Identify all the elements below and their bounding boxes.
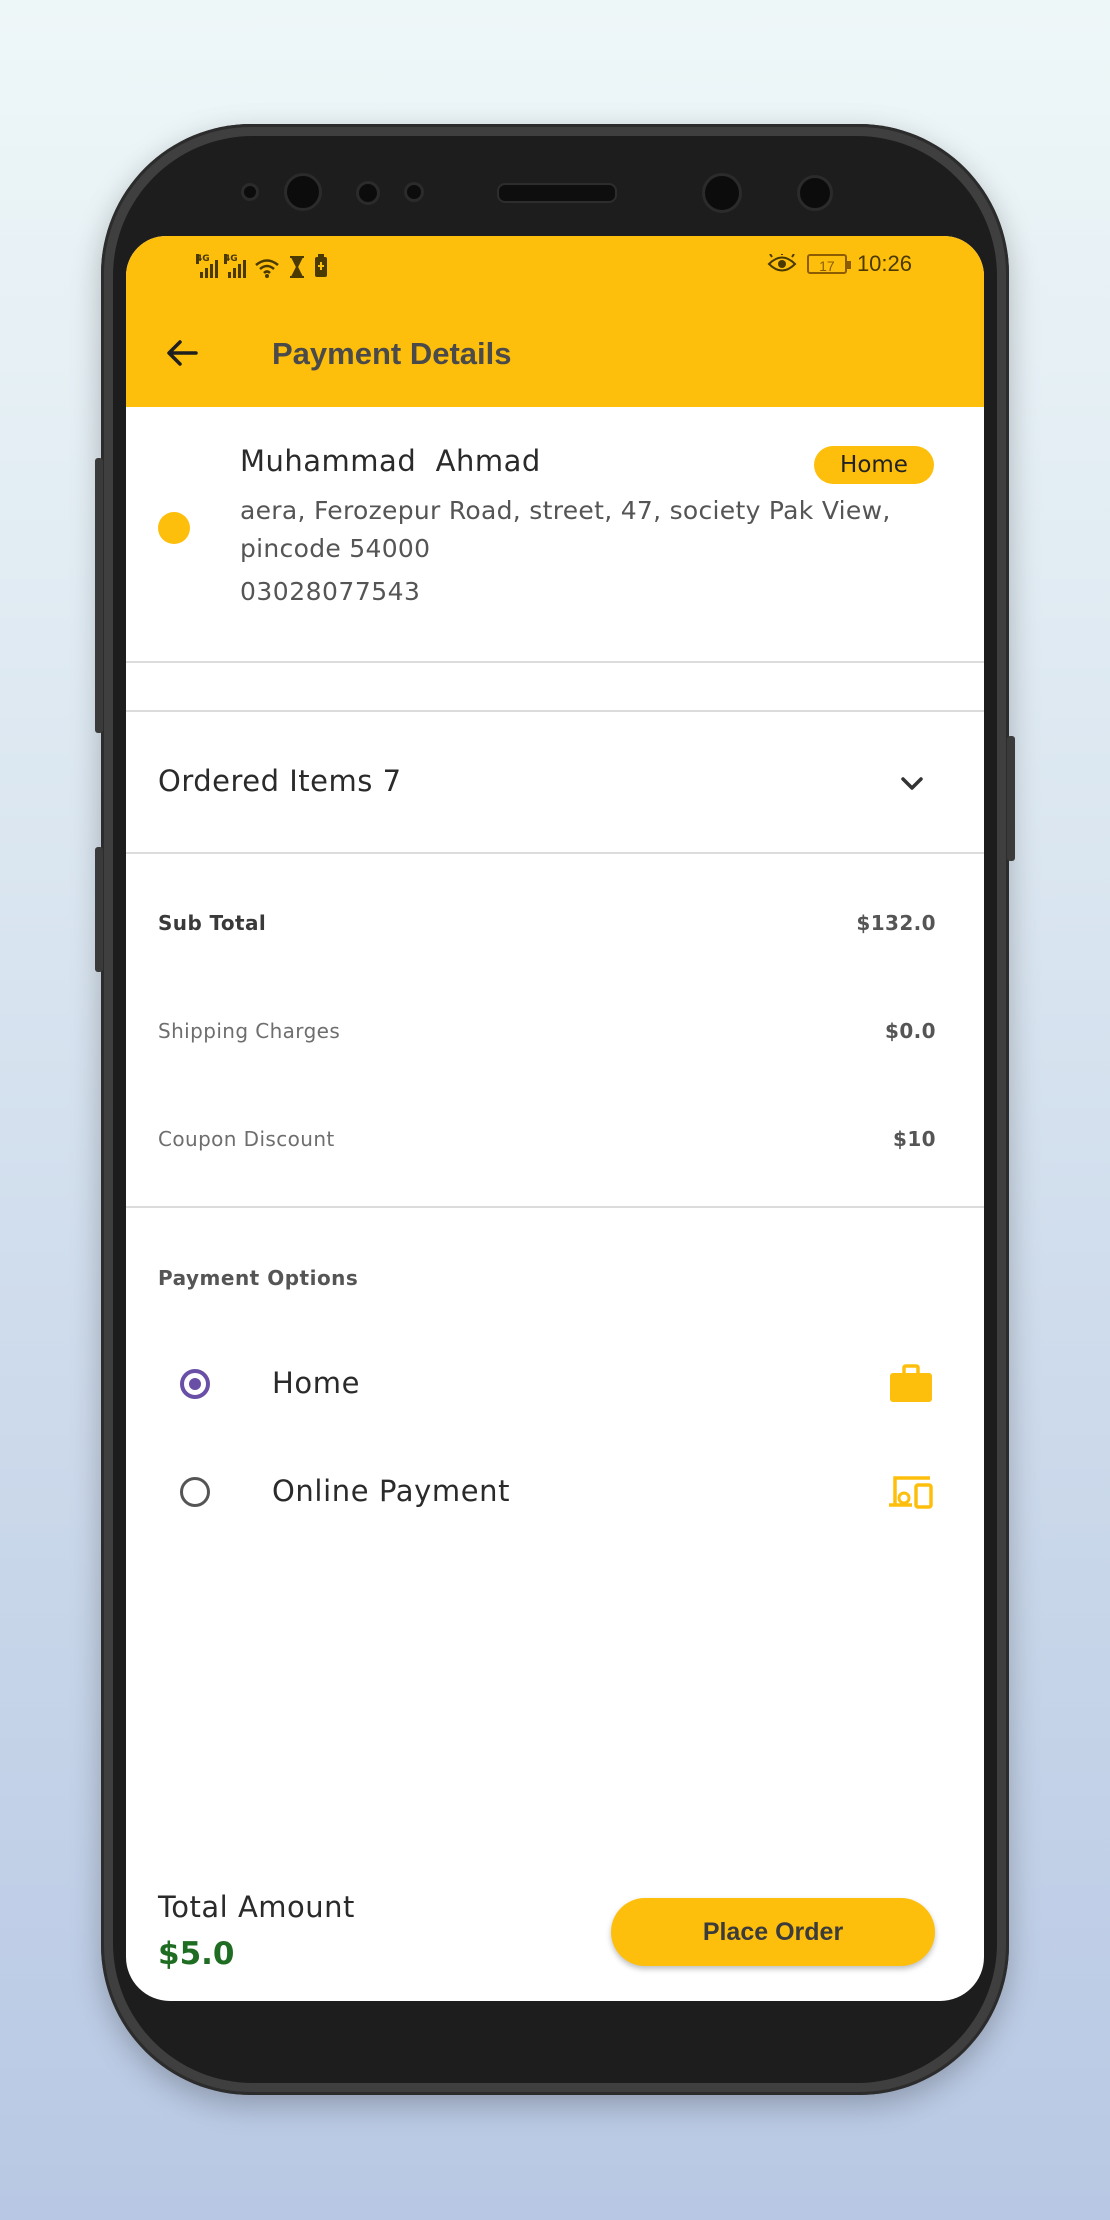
- status-time: 10:26: [856, 251, 912, 276]
- total-amount-label: Total Amount: [158, 1890, 355, 1924]
- app-header: 4G 4G 17 10:26 Payment Details: [126, 236, 984, 407]
- cell-signal-icon: 4G: [224, 254, 246, 278]
- hourglass-icon: [290, 256, 304, 278]
- radio-home[interactable]: [180, 1369, 210, 1399]
- option-label-online-payment[interactable]: Online Payment: [272, 1474, 510, 1508]
- devices-icon: [889, 1476, 933, 1509]
- eye-icon: [767, 254, 797, 272]
- shipping-label: Shipping Charges: [158, 1019, 341, 1043]
- address-name: Muhammad Ahmad: [240, 444, 541, 478]
- app-screen: 4G 4G 17 10:26 Payment Details Muhammad …: [126, 236, 984, 2001]
- front-sensor-icon: [356, 181, 380, 205]
- coupon-label: Coupon Discount: [158, 1127, 335, 1151]
- battery-icon: 17: [806, 254, 851, 274]
- option-label-home[interactable]: Home: [272, 1366, 360, 1400]
- divider: [126, 852, 984, 854]
- radio-online-payment[interactable]: [180, 1477, 210, 1507]
- briefcase-icon: [890, 1364, 932, 1402]
- coupon-value: $10: [893, 1127, 936, 1151]
- volume-button: [95, 847, 103, 972]
- divider: [126, 661, 984, 663]
- status-icons-left: 4G 4G: [196, 254, 328, 278]
- address-selected-indicator[interactable]: [158, 512, 190, 544]
- total-amount-value: $5.0: [158, 1936, 235, 1972]
- front-sensor-icon: [404, 182, 424, 202]
- address-text: aera, Ferozepur Road, street, 47, societ…: [240, 496, 891, 563]
- payment-options-title: Payment Options: [158, 1266, 359, 1290]
- subtotal-value: $132.0: [856, 911, 936, 935]
- page-title: Payment Details: [272, 336, 512, 371]
- front-camera-icon: [284, 173, 322, 211]
- battery-saver-icon: [315, 254, 327, 277]
- side-button-right: [1007, 736, 1015, 861]
- cell-signal-icon: 4G: [196, 254, 218, 278]
- chevron-down-icon[interactable]: [898, 770, 926, 798]
- power-button: [95, 458, 103, 733]
- ordered-items-label[interactable]: Ordered Items 7: [158, 764, 402, 798]
- front-sensor-icon: [797, 175, 833, 211]
- subtotal-label: Sub Total: [158, 911, 267, 935]
- divider: [126, 710, 984, 712]
- earpiece-speaker: [497, 183, 617, 203]
- front-sensor-icon: [241, 183, 259, 201]
- shipping-value: $0.0: [885, 1019, 936, 1043]
- wifi-icon: [255, 259, 279, 278]
- network-type-label: 4G: [224, 254, 238, 264]
- status-bar: 4G 4G 17 10:26: [126, 236, 984, 298]
- arrow-left-icon[interactable]: [162, 333, 202, 373]
- front-camera-icon: [702, 173, 742, 213]
- address-type-badge: Home: [814, 446, 934, 484]
- address-phone: 03028077543: [240, 577, 421, 606]
- status-icons-right: 17 10:26: [767, 251, 912, 277]
- divider: [126, 1206, 984, 1208]
- place-order-button[interactable]: Place Order: [611, 1898, 935, 1966]
- network-type-label: 4G: [196, 254, 210, 264]
